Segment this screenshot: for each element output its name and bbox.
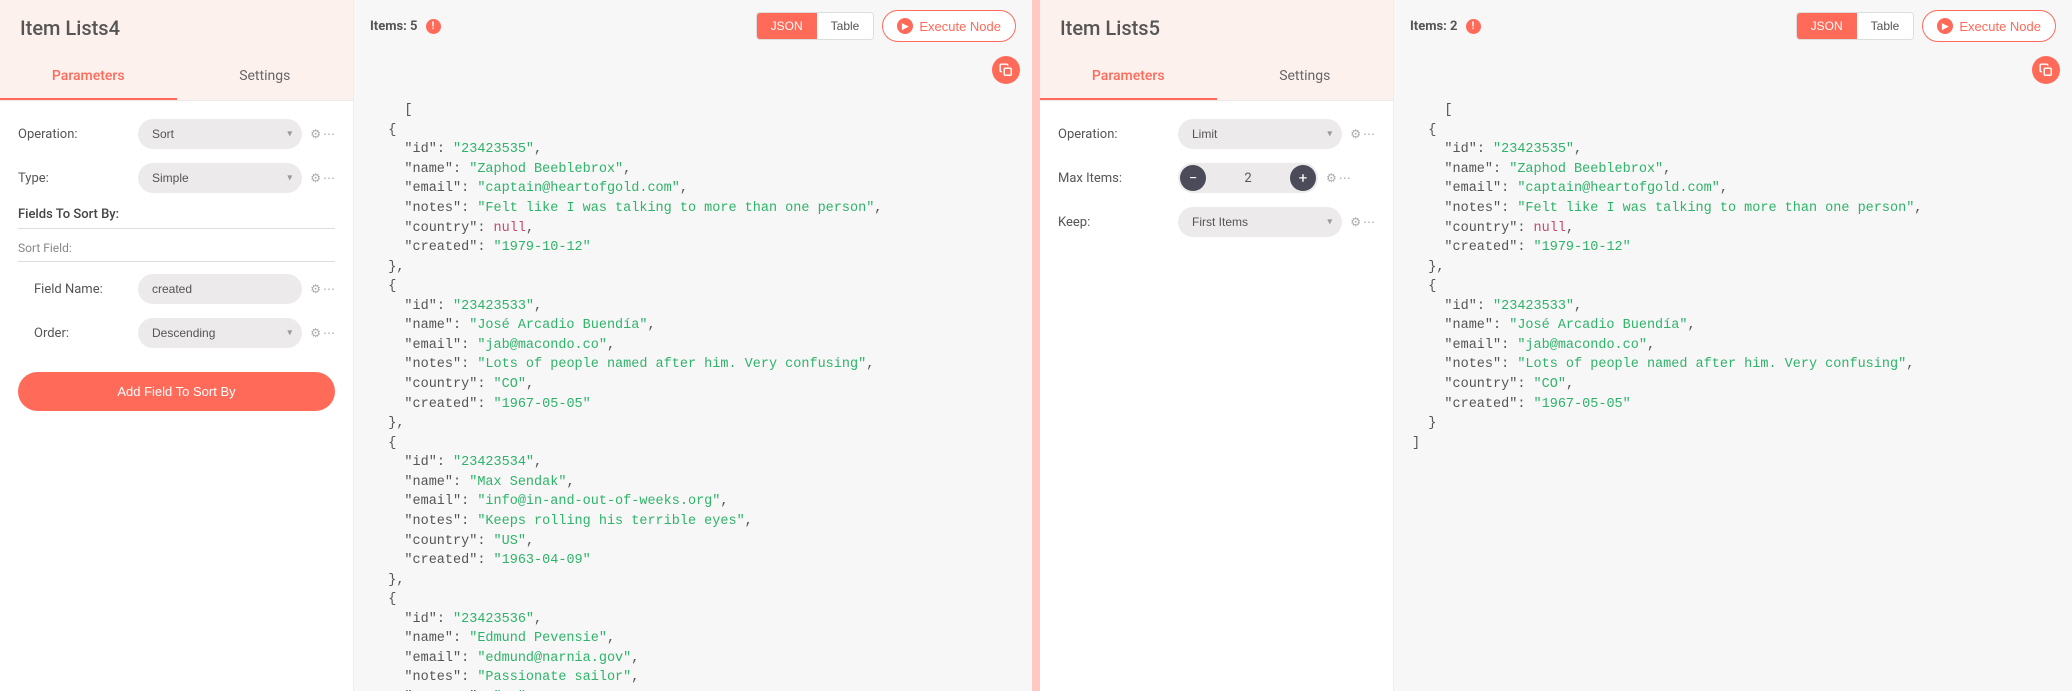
dots-icon[interactable]: ⋯ bbox=[323, 282, 335, 296]
gear-icon[interactable]: ⚙ bbox=[1350, 127, 1361, 141]
table-tab[interactable]: Table bbox=[817, 13, 874, 39]
panel-divider[interactable] bbox=[1032, 0, 1040, 691]
tab-parameters[interactable]: Parameters bbox=[0, 54, 177, 100]
row-actions: ⚙ ⋯ bbox=[1326, 171, 1351, 185]
gear-icon[interactable]: ⚙ bbox=[310, 127, 321, 141]
max-items-stepper: − 2 + bbox=[1178, 163, 1318, 193]
play-icon: ▶ bbox=[1937, 18, 1953, 34]
param-operation: Operation: Sort ▾ ⚙ ⋯ bbox=[18, 119, 335, 149]
stepper-value[interactable]: 2 bbox=[1208, 171, 1288, 186]
dots-icon[interactable]: ⋯ bbox=[1363, 215, 1375, 229]
tabs: Parameters Settings bbox=[1040, 54, 1393, 100]
param-label-field-name: Field Name: bbox=[34, 282, 138, 297]
param-operation: Operation: Limit ▾ ⚙ ⋯ bbox=[1058, 119, 1375, 149]
fields-to-sort-header: Fields To Sort By: bbox=[18, 207, 335, 222]
sort-field-header: Sort Field: bbox=[18, 241, 335, 255]
row-actions: ⚙ ⋯ bbox=[310, 326, 335, 340]
output-header: Items: 2 ! JSON Table ▶ Execute Node bbox=[1394, 0, 2072, 52]
params-body: Operation: Sort ▾ ⚙ ⋯ Type: Simple bbox=[0, 101, 353, 429]
table-tab[interactable]: Table bbox=[1857, 13, 1914, 39]
view-toggle: JSON Table bbox=[756, 12, 875, 40]
node-panel-item-lists-4: Item Lists4 Parameters Settings Operatio… bbox=[0, 0, 1032, 691]
param-label-type: Type: bbox=[18, 171, 138, 186]
type-select[interactable]: Simple bbox=[138, 163, 302, 193]
dots-icon[interactable]: ⋯ bbox=[323, 171, 335, 185]
row-actions: ⚙ ⋯ bbox=[1350, 127, 1375, 141]
json-tab[interactable]: JSON bbox=[757, 13, 817, 39]
output-right: Items: 2 ! JSON Table ▶ Execute Node [ {… bbox=[1393, 0, 2072, 691]
dots-icon[interactable]: ⋯ bbox=[1339, 171, 1351, 185]
output-left: Items: 5 ! JSON Table ▶ Execute Node [ {… bbox=[353, 0, 1032, 691]
param-label-max-items: Max Items: bbox=[1058, 171, 1178, 186]
tabs: Parameters Settings bbox=[0, 54, 353, 100]
operation-select[interactable]: Limit bbox=[1178, 119, 1342, 149]
dots-icon[interactable]: ⋯ bbox=[323, 326, 335, 340]
info-icon[interactable]: ! bbox=[426, 19, 441, 34]
row-actions: ⚙ ⋯ bbox=[310, 282, 335, 296]
param-label-order: Order: bbox=[34, 326, 138, 341]
sidebar-header: Item Lists4 Parameters Settings bbox=[0, 0, 353, 101]
params-body: Operation: Limit ▾ ⚙ ⋯ Max Items: − 2 bbox=[1040, 101, 1393, 269]
view-toggle: JSON Table bbox=[1796, 12, 1915, 40]
dots-icon[interactable]: ⋯ bbox=[323, 127, 335, 141]
execute-node-button[interactable]: ▶ Execute Node bbox=[1922, 10, 2056, 42]
output-header: Items: 5 ! JSON Table ▶ Execute Node bbox=[354, 0, 1032, 52]
operation-select[interactable]: Sort bbox=[138, 119, 302, 149]
items-count: Items: 2 bbox=[1410, 19, 1458, 34]
tab-settings[interactable]: Settings bbox=[1217, 54, 1394, 100]
execute-node-button[interactable]: ▶ Execute Node bbox=[882, 10, 1016, 42]
dots-icon[interactable]: ⋯ bbox=[1363, 127, 1375, 141]
param-label-operation: Operation: bbox=[1058, 127, 1178, 142]
gear-icon[interactable]: ⚙ bbox=[1326, 171, 1337, 185]
stepper-plus[interactable]: + bbox=[1290, 165, 1316, 191]
gear-icon[interactable]: ⚙ bbox=[1350, 215, 1361, 229]
sidebar-header: Item Lists5 Parameters Settings bbox=[1040, 0, 1393, 101]
keep-select[interactable]: First Items bbox=[1178, 207, 1342, 237]
items-count: Items: 5 bbox=[370, 19, 418, 34]
param-order: Order: Descending ▾ ⚙ ⋯ bbox=[18, 318, 335, 348]
param-label-operation: Operation: bbox=[18, 127, 138, 142]
gear-icon[interactable]: ⚙ bbox=[310, 171, 321, 185]
copy-icon[interactable] bbox=[2032, 56, 2060, 84]
param-keep: Keep: First Items ▾ ⚙ ⋯ bbox=[1058, 207, 1375, 237]
stepper-minus[interactable]: − bbox=[1180, 165, 1206, 191]
add-field-button[interactable]: Add Field To Sort By bbox=[18, 372, 335, 411]
row-actions: ⚙ ⋯ bbox=[1350, 215, 1375, 229]
tab-settings[interactable]: Settings bbox=[177, 54, 354, 100]
divider bbox=[18, 228, 335, 229]
param-label-keep: Keep: bbox=[1058, 215, 1178, 230]
gear-icon[interactable]: ⚙ bbox=[310, 282, 321, 296]
json-output: [ { "id": "23423535", "name": "Zaphod Be… bbox=[1394, 52, 2072, 691]
tab-parameters[interactable]: Parameters bbox=[1040, 54, 1217, 100]
param-field-name: Field Name: ⚙ ⋯ bbox=[18, 274, 335, 304]
copy-icon[interactable] bbox=[992, 56, 1020, 84]
node-title: Item Lists4 bbox=[0, 0, 353, 54]
execute-label: Execute Node bbox=[919, 19, 1001, 34]
node-title: Item Lists5 bbox=[1040, 0, 1393, 54]
param-max-items: Max Items: − 2 + ⚙ ⋯ bbox=[1058, 163, 1375, 193]
divider bbox=[18, 261, 335, 262]
order-select[interactable]: Descending bbox=[138, 318, 302, 348]
param-type: Type: Simple ▾ ⚙ ⋯ bbox=[18, 163, 335, 193]
json-output: [ { "id": "23423535", "name": "Zaphod Be… bbox=[354, 52, 1032, 691]
info-icon[interactable]: ! bbox=[1466, 19, 1481, 34]
play-icon: ▶ bbox=[897, 18, 913, 34]
gear-icon[interactable]: ⚙ bbox=[310, 326, 321, 340]
sidebar-left: Item Lists4 Parameters Settings Operatio… bbox=[0, 0, 353, 691]
row-actions: ⚙ ⋯ bbox=[310, 127, 335, 141]
execute-label: Execute Node bbox=[1959, 19, 2041, 34]
json-tab[interactable]: JSON bbox=[1797, 13, 1857, 39]
node-panel-item-lists-5: Item Lists5 Parameters Settings Operatio… bbox=[1040, 0, 2072, 691]
sidebar-right: Item Lists5 Parameters Settings Operatio… bbox=[1040, 0, 1393, 691]
row-actions: ⚙ ⋯ bbox=[310, 171, 335, 185]
field-name-input[interactable] bbox=[138, 274, 302, 304]
